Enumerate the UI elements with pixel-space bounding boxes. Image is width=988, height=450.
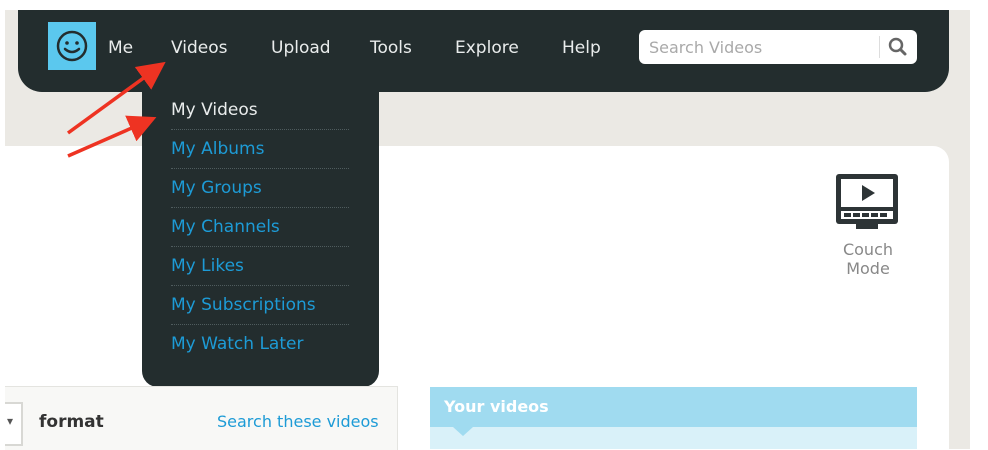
format-label: format: [39, 412, 104, 432]
your-videos-title: Your videos: [444, 397, 549, 416]
smiley-icon: [56, 30, 88, 62]
tv-icon: [836, 174, 898, 229]
search-button[interactable]: [886, 35, 910, 59]
nav-help[interactable]: Help: [562, 37, 601, 59]
search-these-videos-link[interactable]: Search these videos: [217, 412, 379, 431]
menu-item-my-groups[interactable]: My Groups: [171, 169, 351, 207]
nav-videos[interactable]: Videos: [171, 37, 228, 59]
menu-item-my-channels[interactable]: My Channels: [171, 208, 351, 246]
nav-me[interactable]: Me: [108, 37, 133, 59]
menu-item-my-videos[interactable]: My Videos: [171, 91, 351, 129]
top-margin: [0, 0, 988, 10]
couch-mode-button[interactable]: Couch Mode: [820, 172, 916, 278]
nav-tools[interactable]: Tools: [370, 37, 412, 59]
nav-explore[interactable]: Explore: [455, 37, 519, 59]
search-input[interactable]: [649, 36, 874, 58]
videos-dropdown-menu: My Videos My Albums My Groups My Channel…: [142, 92, 379, 387]
menu-item-my-albums[interactable]: My Albums: [171, 130, 351, 168]
right-margin: [970, 0, 988, 449]
menu-item-my-likes[interactable]: My Likes: [171, 247, 351, 285]
chevron-down-icon: ▾: [7, 414, 14, 428]
menu-item-my-subscriptions[interactable]: My Subscriptions: [171, 286, 351, 324]
filter-select[interactable]: ▾: [5, 402, 23, 446]
user-avatar[interactable]: [48, 22, 96, 70]
your-videos-body: [430, 427, 917, 449]
search-divider: [879, 36, 880, 58]
nav-upload[interactable]: Upload: [271, 37, 331, 59]
your-videos-header: Your videos: [430, 387, 917, 427]
menu-item-my-watch-later[interactable]: My Watch Later: [171, 325, 351, 363]
your-videos-pointer: [453, 427, 473, 436]
search-icon: [888, 37, 907, 56]
couch-mode-label: Couch Mode: [842, 240, 894, 278]
search-box: [639, 30, 917, 64]
